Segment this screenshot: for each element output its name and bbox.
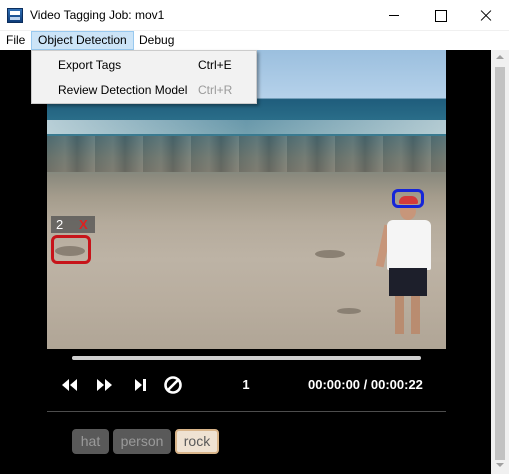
- close-button[interactable]: [463, 0, 509, 31]
- scroll-down-arrow-icon[interactable]: [496, 463, 504, 467]
- frame-number: 1: [242, 377, 250, 392]
- menu-debug[interactable]: Debug: [133, 31, 180, 50]
- video-person-leg: [395, 296, 404, 334]
- rewind-button[interactable]: [60, 374, 80, 396]
- video-rock: [315, 250, 345, 258]
- bounding-box-rock[interactable]: [51, 235, 91, 264]
- menu-item-shortcut: Ctrl+E: [198, 58, 232, 72]
- progress-bar[interactable]: [72, 356, 421, 360]
- menu-item-shortcut: Ctrl+R: [198, 83, 233, 97]
- divider: [47, 411, 446, 412]
- scroll-up-arrow-icon[interactable]: [496, 55, 504, 59]
- video-person-leg: [411, 296, 420, 334]
- stop-icon: [164, 376, 182, 394]
- fast-forward-button[interactable]: [94, 374, 114, 396]
- tag-chip-rock[interactable]: rock: [175, 429, 219, 454]
- menu-file[interactable]: File: [0, 31, 31, 50]
- menu-item-review-detection-model[interactable]: Review Detection Model Ctrl+R: [33, 78, 255, 102]
- video-person-shirt: [387, 220, 431, 270]
- tag-chip-hat[interactable]: hat: [72, 429, 109, 454]
- progress-bar-fill: [72, 356, 421, 360]
- maximize-button[interactable]: [417, 0, 463, 31]
- scrollbar-thumb[interactable]: [495, 67, 505, 460]
- title-bar: Video Tagging Job: mov1: [0, 0, 509, 31]
- region-delete-button[interactable]: X: [79, 216, 88, 233]
- stop-button[interactable]: [163, 374, 183, 396]
- menu-item-export-tags[interactable]: Export Tags Ctrl+E: [33, 53, 255, 77]
- app-icon: [7, 8, 23, 23]
- rewind-icon: [62, 379, 77, 391]
- video-surf: [47, 120, 446, 134]
- fast-forward-icon: [97, 379, 112, 391]
- menu-bar: File Object Detection Debug: [0, 31, 509, 50]
- menu-item-label: Export Tags: [58, 58, 122, 72]
- video-shore-rocks: [47, 136, 446, 172]
- window-title: Video Tagging Job: mov1: [30, 8, 165, 22]
- object-detection-dropdown: Export Tags Ctrl+E Review Detection Mode…: [31, 50, 257, 104]
- time-display: 00:00:00 / 00:00:22: [308, 377, 423, 392]
- tag-chip-person[interactable]: person: [113, 429, 171, 454]
- step-forward-icon: [135, 379, 146, 391]
- region-label: 2 X: [51, 216, 95, 233]
- vertical-scrollbar[interactable]: [491, 50, 509, 474]
- menu-item-label: Review Detection Model: [58, 83, 188, 97]
- menu-object-detection[interactable]: Object Detection: [31, 31, 134, 50]
- video-person-shorts: [389, 268, 427, 296]
- step-forward-button[interactable]: [130, 374, 148, 396]
- client-area: 2 X 1 00:00:00 / 00:00:22 hat person roc…: [0, 50, 491, 474]
- minimize-button[interactable]: [371, 0, 417, 31]
- region-number: 2: [56, 217, 64, 232]
- video-rock: [337, 308, 361, 314]
- bounding-box-hat[interactable]: [392, 189, 424, 208]
